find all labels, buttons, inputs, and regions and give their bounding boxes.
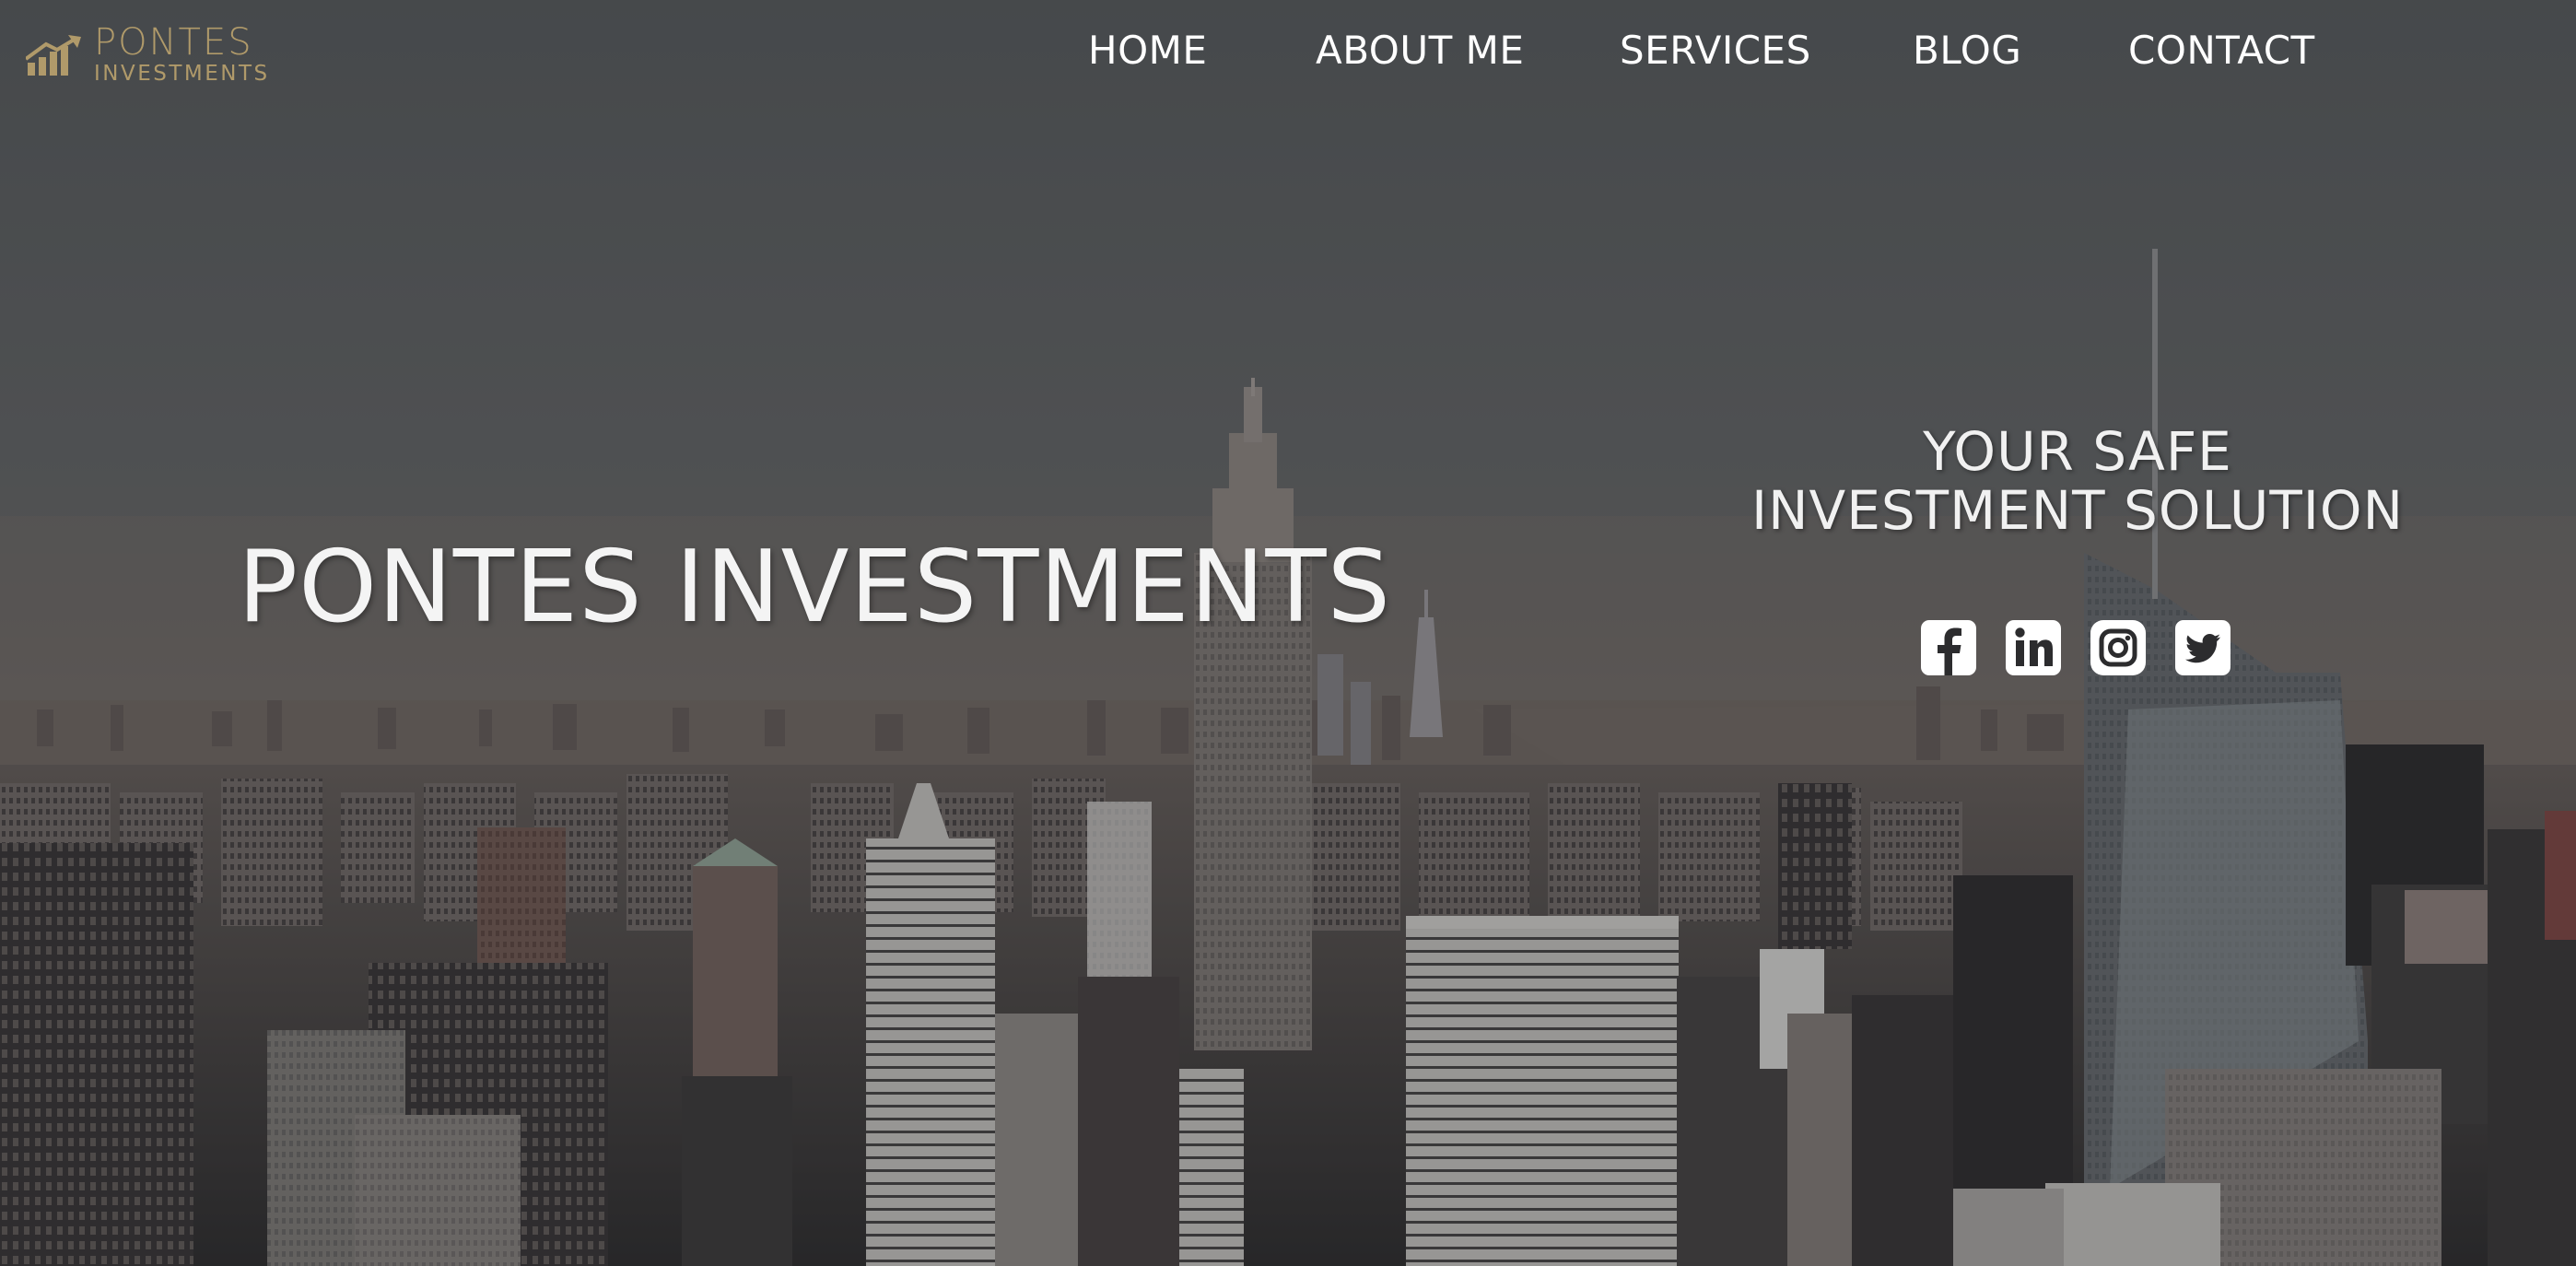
instagram-link[interactable]	[2090, 619, 2147, 676]
main-nav: HOME ABOUT ME SERVICES BLOG CONTACT	[0, 28, 2576, 83]
nav-blog[interactable]: BLOG	[1913, 28, 2021, 73]
nav-services[interactable]: SERVICES	[1620, 28, 1811, 73]
instagram-icon	[2090, 620, 2146, 675]
facebook-icon	[1921, 620, 1976, 675]
nav-about-me[interactable]: ABOUT ME	[1316, 28, 1524, 73]
linkedin-icon	[2006, 620, 2061, 675]
linkedin-link[interactable]	[2005, 619, 2062, 676]
nav-home[interactable]: HOME	[1088, 28, 1207, 73]
hero-tagline: YOUR SAFE INVESTMENT SOLUTION	[1732, 422, 2423, 540]
nav-contact[interactable]: CONTACT	[2128, 28, 2315, 73]
twitter-icon	[2175, 620, 2231, 675]
site-header: PONTES INVESTMENTS HOME ABOUT ME SERVICE…	[0, 0, 2576, 111]
hero-section: PONTES INVESTMENTS HOME ABOUT ME SERVICE…	[0, 0, 2576, 1266]
tagline-line1: YOUR SAFE	[1923, 420, 2232, 483]
hero-title: PONTES INVESTMENTS	[238, 530, 1392, 645]
facebook-link[interactable]	[1920, 619, 1977, 676]
tagline-line2: INVESTMENT SOLUTION	[1751, 479, 2404, 542]
twitter-link[interactable]	[2174, 619, 2231, 676]
